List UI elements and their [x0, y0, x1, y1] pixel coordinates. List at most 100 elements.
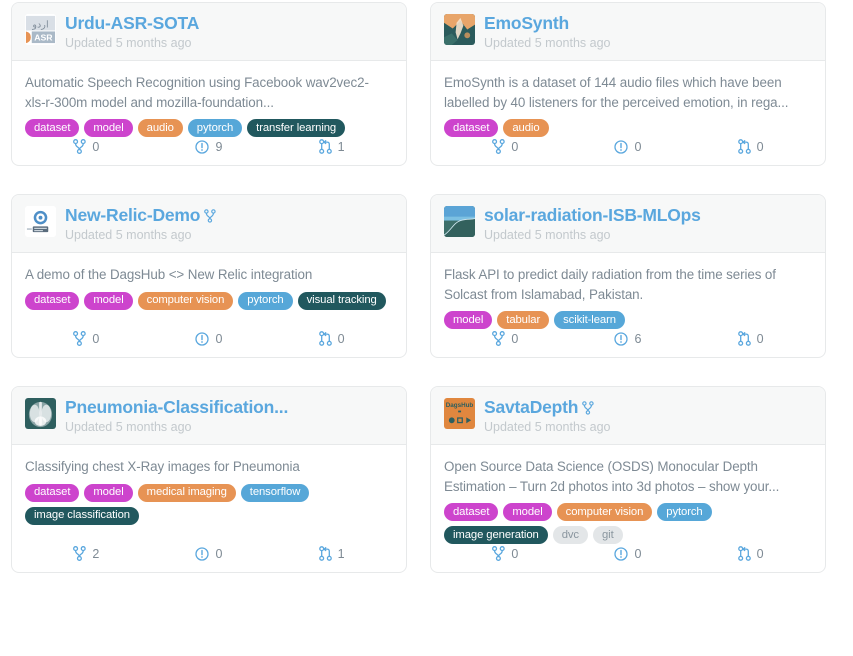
tag-chip[interactable]: model: [84, 291, 133, 310]
stat-issues[interactable]: 0: [567, 546, 690, 561]
stat-pull-requests[interactable]: 0: [270, 331, 393, 346]
card-header-text: solar-radiation-ISB-MLOps Updated 5 mont…: [484, 205, 813, 243]
updated-timestamp: Updated 5 months ago: [65, 228, 192, 242]
tag-chip[interactable]: tabular: [497, 311, 550, 329]
tag-chip[interactable]: dataset: [25, 119, 80, 137]
card-header-text: Urdu-ASR-SOTA Updated 5 months ago: [65, 13, 394, 51]
issues-count: 0: [215, 546, 223, 561]
pull-request-icon: [737, 139, 751, 154]
tag-chip[interactable]: git: [592, 526, 623, 544]
tag-chip[interactable]: model: [503, 503, 552, 521]
tag-chip[interactable]: audio: [503, 119, 549, 137]
tag-chip[interactable]: model: [444, 311, 493, 329]
card-header: New-Relic-Demo Updated 5 months ago: [12, 195, 406, 253]
tag-chip[interactable]: computer vision: [137, 291, 234, 310]
pull-requests-count: 0: [337, 331, 345, 346]
branches-count: 0: [92, 139, 100, 154]
stat-pull-requests[interactable]: 1: [270, 139, 393, 154]
issue-icon: [195, 331, 210, 346]
repository-title-link[interactable]: New-Relic-Demo: [65, 205, 200, 226]
tag-chip[interactable]: pytorch: [657, 503, 712, 521]
issue-icon: [195, 546, 210, 561]
tag-chip[interactable]: audio: [137, 119, 183, 137]
svg-text:ASR: ASR: [34, 33, 53, 43]
branches-count: 0: [511, 546, 519, 561]
stat-issues[interactable]: 6: [567, 331, 690, 346]
stat-branches[interactable]: 0: [25, 331, 148, 346]
pull-request-icon: [737, 546, 751, 561]
stat-branches[interactable]: 0: [25, 139, 148, 154]
repository-card[interactable]: Pneumonia-Classification... Updated 5 mo…: [11, 386, 407, 573]
tag-chip[interactable]: pytorch: [187, 119, 243, 137]
repository-card[interactable]: solar-radiation-ISB-MLOps Updated 5 mont…: [430, 194, 826, 358]
title-row: EmoSynth: [484, 13, 813, 34]
repository-avatar: DagsHub: [444, 398, 475, 429]
repository-avatar: [25, 398, 56, 429]
stat-branches[interactable]: 0: [444, 546, 567, 561]
tag-chip[interactable]: image classification: [25, 506, 139, 525]
branches-count: 0: [511, 331, 519, 346]
tag-list: dataset model computer vision pytorch visual…: [25, 291, 393, 310]
tag-chip[interactable]: scikit-learn: [554, 311, 625, 329]
tag-chip[interactable]: image generation: [444, 526, 548, 544]
pull-requests-count: 0: [756, 546, 764, 561]
tag-chip[interactable]: medical imaging: [137, 483, 236, 502]
stat-branches[interactable]: 0: [444, 139, 567, 154]
updated-timestamp: Updated 5 months ago: [484, 228, 611, 242]
tag-chip[interactable]: dvc: [552, 526, 588, 544]
repository-grid: اردو ASR Urdu-ASR-SOTA Updated 5 months …: [0, 0, 853, 573]
repository-stats: 0 6 0: [444, 331, 812, 357]
repository-title-link[interactable]: solar-radiation-ISB-MLOps: [484, 205, 701, 226]
branch-icon: [492, 331, 506, 346]
stat-issues[interactable]: 9: [148, 139, 271, 154]
title-row: New-Relic-Demo: [65, 205, 394, 226]
stat-pull-requests[interactable]: 0: [689, 331, 812, 346]
tag-chip[interactable]: pytorch: [238, 291, 293, 310]
repository-card[interactable]: DagsHub SavtaDepth Updated 5 months ago …: [430, 386, 826, 573]
stat-branches[interactable]: 0: [444, 331, 567, 346]
tag-chip[interactable]: model: [84, 483, 133, 502]
pull-requests-count: 0: [756, 139, 764, 154]
stat-issues[interactable]: 0: [567, 139, 690, 154]
repository-title-link[interactable]: Pneumonia-Classification...: [65, 397, 288, 418]
title-row: Pneumonia-Classification...: [65, 397, 394, 418]
tag-chip[interactable]: visual tracking: [297, 291, 386, 310]
repository-avatar: [444, 206, 475, 237]
repository-title-link[interactable]: SavtaDepth: [484, 397, 578, 418]
stat-pull-requests[interactable]: 0: [689, 546, 812, 561]
tag-chip[interactable]: computer vision: [556, 503, 653, 521]
repository-description: EmoSynth is a dataset of 144 audio files…: [444, 75, 789, 110]
card-body: Open Source Data Science (OSDS) Monocula…: [431, 445, 825, 572]
repository-stats: 0 0 0: [25, 331, 393, 357]
tag-list: model tabular scikit-learn: [444, 311, 812, 329]
repository-card[interactable]: New-Relic-Demo Updated 5 months ago A de…: [11, 194, 407, 358]
tag-chip[interactable]: tensorflow: [240, 483, 310, 502]
branches-count: 0: [92, 331, 100, 346]
tag-chip[interactable]: dataset: [25, 483, 80, 502]
repository-card[interactable]: اردو ASR Urdu-ASR-SOTA Updated 5 months …: [11, 2, 407, 166]
branches-count: 2: [92, 546, 100, 561]
tag-chip[interactable]: dataset: [444, 503, 499, 521]
tag-list: dataset audio: [444, 119, 812, 137]
stat-pull-requests[interactable]: 0: [689, 139, 812, 154]
repository-title-link[interactable]: Urdu-ASR-SOTA: [65, 13, 199, 34]
tag-chip[interactable]: transfer learning: [247, 119, 346, 137]
repository-stats: 0 9 1: [25, 139, 393, 165]
tag-chip[interactable]: model: [84, 119, 133, 137]
stat-branches[interactable]: 2: [25, 546, 148, 561]
issue-icon: [614, 331, 629, 346]
stat-issues[interactable]: 0: [148, 331, 271, 346]
repository-card[interactable]: EmoSynth Updated 5 months ago EmoSynth i…: [430, 2, 826, 166]
stat-issues[interactable]: 0: [148, 546, 271, 561]
tag-chip[interactable]: dataset: [444, 119, 499, 137]
repository-title-link[interactable]: EmoSynth: [484, 13, 569, 34]
fork-icon: [582, 401, 594, 415]
tag-chip[interactable]: dataset: [25, 291, 80, 310]
repository-avatar: اردو ASR: [25, 14, 56, 45]
updated-timestamp: Updated 5 months ago: [65, 420, 192, 434]
stat-pull-requests[interactable]: 1: [270, 546, 393, 561]
repository-avatar: [25, 206, 56, 237]
branch-icon: [73, 546, 87, 561]
branches-count: 0: [511, 139, 519, 154]
repository-stats: 2 0 1: [25, 546, 393, 572]
